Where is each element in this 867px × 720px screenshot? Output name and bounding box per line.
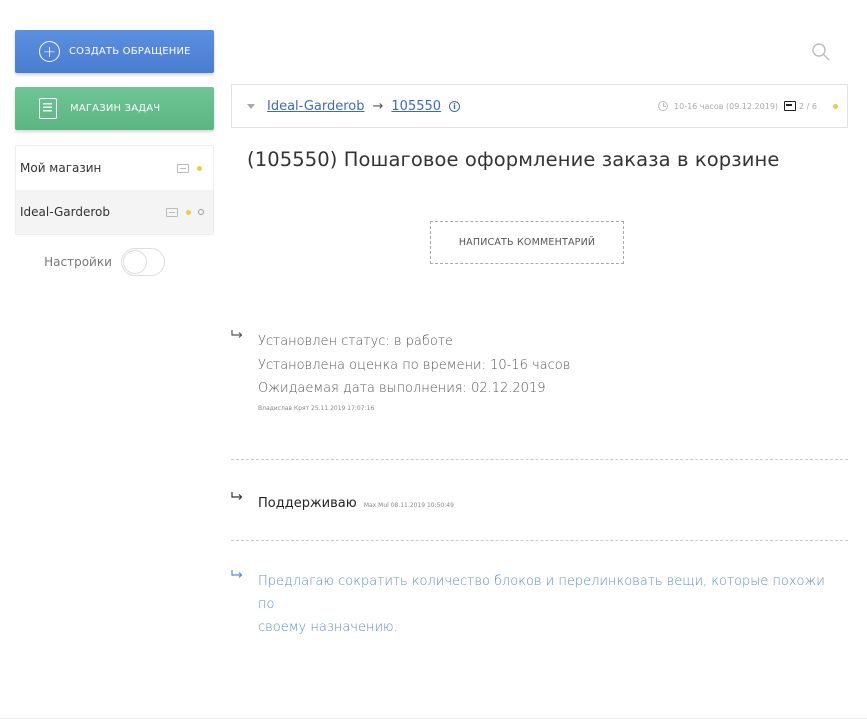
page-title: (105550) Пошаговое оформление заказа в к… [247,148,780,171]
breadcrumb-store-link[interactable]: Ideal-Garderob [267,99,365,114]
feed-entry-status: Установлен статус: в работе Установлена … [231,330,570,412]
feed-entry-comment: Поддерживаю Max Mul 08.11.2019 10:50:49 [231,492,454,518]
entry-author: Max Mul 08.11.2019 10:50:49 [363,502,454,509]
entry-author: Владислав Крят 25.11.2019 17:07:16 [258,404,375,412]
create-ticket-label: СОЗДАТЬ ОБРАЩЕНИЕ [69,46,191,57]
breadcrumb: Ideal-Garderob → 105550 i 10-16 часов (0… [231,84,848,128]
feed-entry-suggestion: Предлагаю сократить количество блоков и … [231,570,831,639]
settings-label: Настройки [44,255,112,269]
status-line: Ожидаемая дата выполнения: 02.12.2019 [258,381,546,396]
ticket-meta: 10-16 часов (09.12.2019) 2 / 6 [658,101,847,111]
chat-icon [177,163,189,173]
divider [231,459,848,460]
breadcrumb-ticket-link[interactable]: 105550 [391,99,441,114]
message-count: 2 / 6 [799,101,817,111]
breadcrumb-arrow: → [372,98,384,114]
status-line: Установлена оценка по времени: 10-16 час… [258,357,571,373]
settings-toggle[interactable] [120,248,165,276]
reply-arrow-icon [231,330,243,338]
status-circle-icon [198,209,204,215]
store-list: Мой магазин Ideal-Garderob [15,145,214,235]
collapse-caret-icon[interactable] [247,103,255,109]
task-store-button[interactable]: МАГАЗИН ЗАДАЧ [15,87,214,130]
info-icon[interactable]: i [449,100,461,112]
message-icon [784,101,797,111]
plus-circle-icon: + [39,41,60,62]
document-icon [39,98,57,119]
store-item-my-store[interactable]: Мой магазин [16,146,213,190]
write-comment-button[interactable]: НАПИСАТЬ КОММЕНТАРИЙ [430,221,624,264]
status-line: Установлен статус: в работе [258,334,453,349]
create-ticket-button[interactable]: + СОЗДАТЬ ОБРАЩЕНИЕ [15,30,214,73]
suggestion-line: Предлагаю сократить количество блоков и … [258,574,825,612]
reply-arrow-icon [231,492,243,500]
store-name: Мой магазин [20,161,102,175]
clock-icon [658,101,669,111]
settings-row: Настройки [15,248,214,276]
footer-divider [0,718,867,719]
divider [231,540,848,541]
reply-arrow-icon [231,570,243,578]
toggle-knob [122,250,147,274]
unread-dot [197,165,202,171]
store-name: Ideal-Garderob [20,205,110,219]
comment-text: Поддерживаю [258,496,357,511]
suggestion-line: своему назначению. [258,620,398,635]
task-store-label: МАГАЗИН ЗАДАЧ [70,103,161,114]
store-item-ideal-garderob[interactable]: Ideal-Garderob [16,190,213,234]
search-icon[interactable] [812,43,830,61]
chat-icon [166,207,178,217]
time-estimate: 10-16 часов (09.12.2019) [674,101,779,111]
status-dot [833,103,838,109]
comment-line: Поддерживаю Max Mul 08.11.2019 10:50:49 [258,492,454,518]
unread-dot [186,209,191,215]
